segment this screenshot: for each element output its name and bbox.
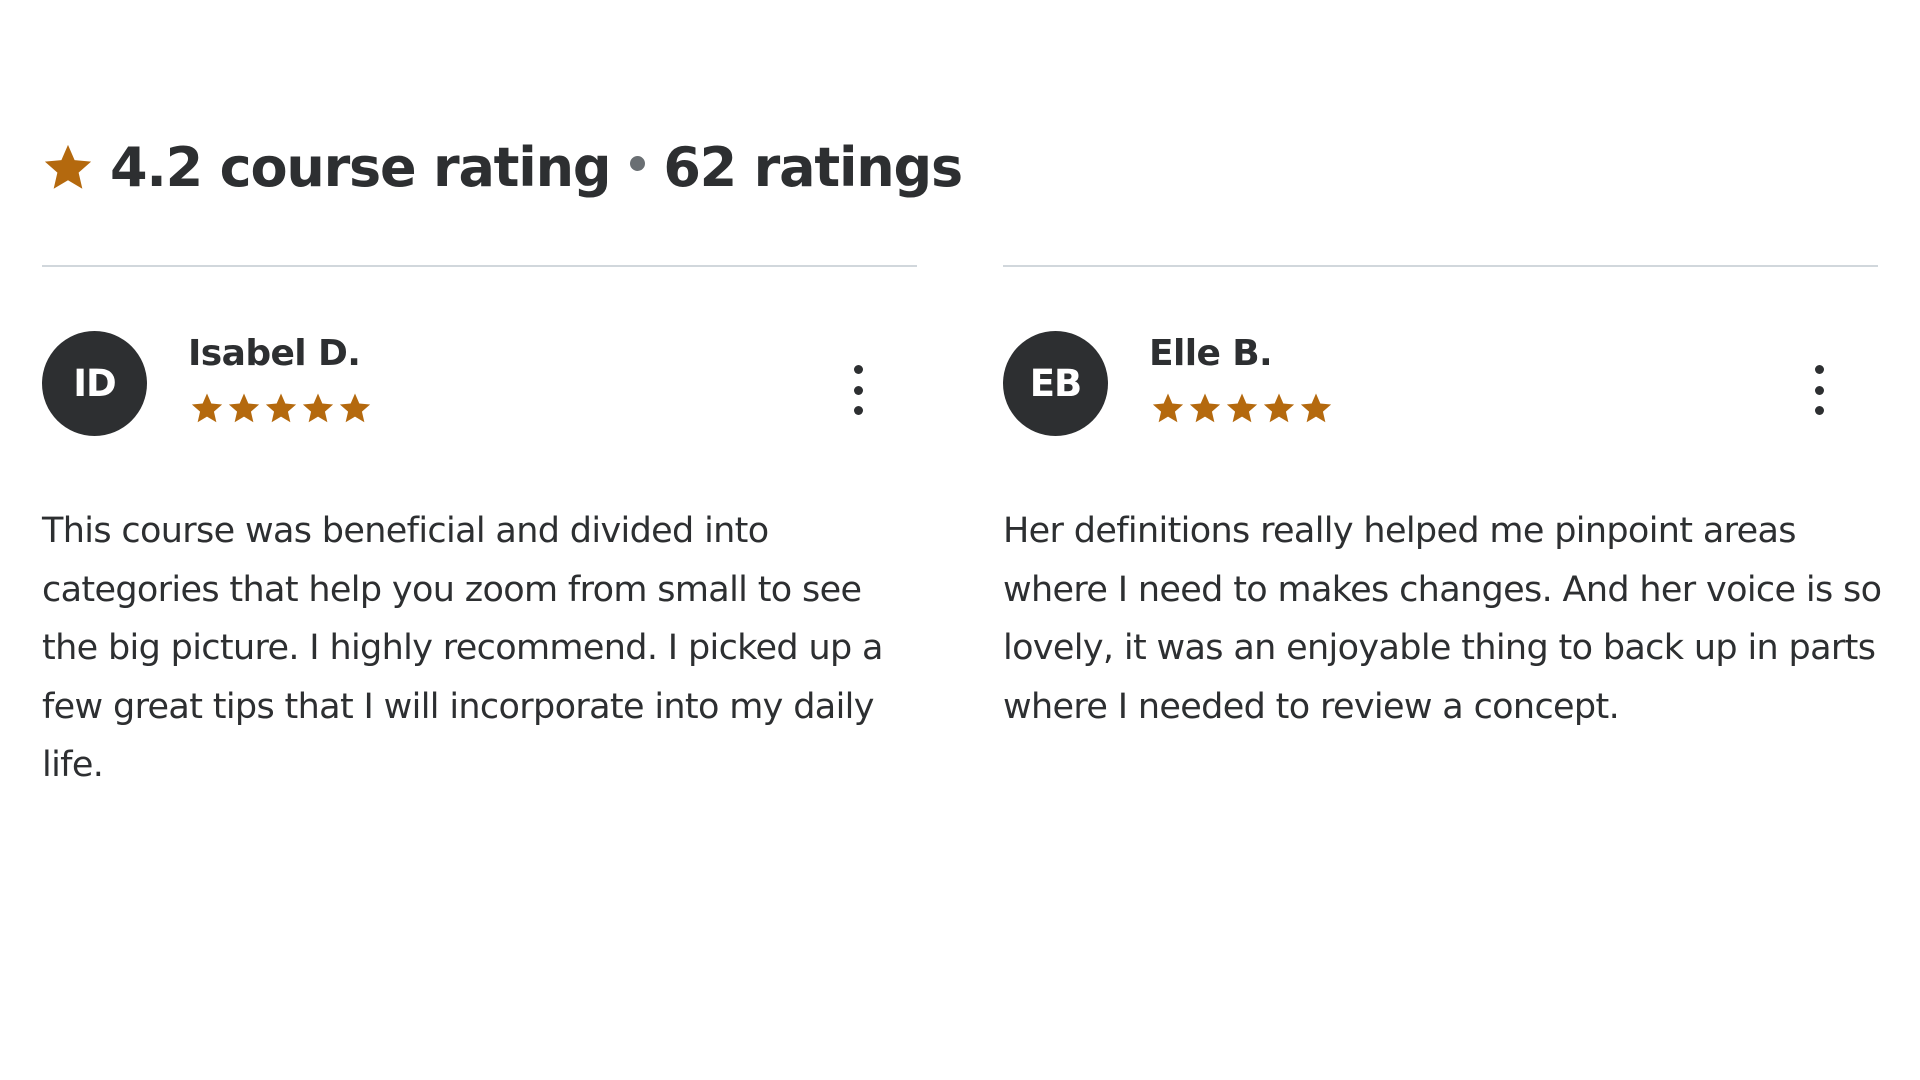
star-icon — [301, 391, 335, 425]
more-vertical-icon-dot — [1814, 385, 1824, 395]
course-rating-text: 4.2 course rating — [110, 135, 612, 199]
review-text: Her definitions really helped me pinpoin… — [1003, 511, 1882, 727]
more-vertical-icon — [853, 365, 863, 374]
more-vertical-icon-dot — [1814, 406, 1824, 415]
reviewer-name: Isabel D. — [188, 333, 361, 374]
review-card: ID Isabel D. This course was beneficial … — [42, 265, 917, 827]
star-icon — [338, 391, 372, 425]
rating-summary-heading: 4.2 course rating 62 ratings — [42, 130, 963, 204]
review-list: ID Isabel D. This course was beneficial … — [42, 265, 1882, 827]
ratings-count-text: 62 ratings — [663, 135, 963, 199]
review-header: ID Isabel D. — [42, 331, 917, 437]
star-rating — [190, 391, 375, 425]
star-icon — [190, 391, 224, 425]
star-icon — [1299, 391, 1333, 425]
more-options-button[interactable] — [1804, 365, 1834, 415]
more-vertical-icon-dot — [853, 385, 863, 395]
review-header: EB Elle B. — [1003, 331, 1878, 437]
star-icon — [1262, 391, 1296, 425]
more-vertical-icon — [1814, 365, 1824, 374]
reviewer-name: Elle B. — [1149, 333, 1273, 374]
star-icon — [227, 391, 261, 425]
more-vertical-icon-dot — [853, 406, 863, 415]
star-rating — [1151, 391, 1336, 425]
review-card: EB Elle B. Her definitions really helped… — [1003, 265, 1882, 827]
star-icon — [264, 391, 298, 425]
avatar: ID — [42, 331, 147, 436]
more-options-button[interactable] — [843, 365, 873, 415]
avatar: EB — [1003, 331, 1108, 436]
separator-dot — [630, 155, 646, 171]
star-icon — [1188, 391, 1222, 425]
star-icon — [42, 141, 94, 193]
star-icon — [1151, 391, 1185, 425]
star-icon — [1225, 391, 1259, 425]
review-text: This course was beneficial and divided i… — [42, 511, 883, 786]
